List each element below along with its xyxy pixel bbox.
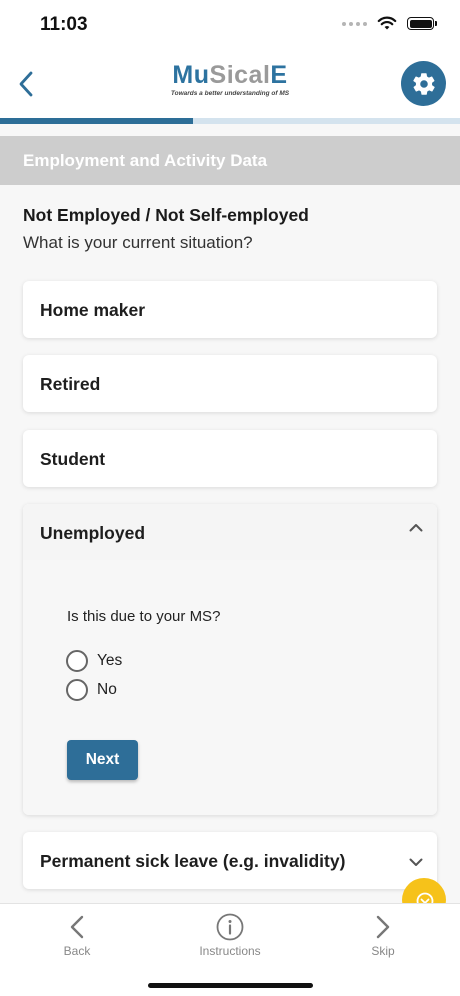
- instructions-label: Instructions: [199, 944, 261, 958]
- status-icons: [342, 16, 437, 31]
- option-label: Permanent sick leave (e.g. invalidity): [40, 851, 346, 871]
- next-button[interactable]: Next: [67, 740, 138, 780]
- progress-bar: [0, 118, 460, 124]
- skip-tab[interactable]: Skip: [328, 912, 438, 958]
- home-indicator: [148, 983, 313, 988]
- logo-tagline: Towards a better understanding of MS: [170, 90, 290, 97]
- section-title: Employment and Activity Data: [23, 151, 268, 170]
- section-header: Employment and Activity Data: [0, 136, 460, 185]
- logo-part3: E: [270, 61, 288, 89]
- radio-yes[interactable]: Yes: [66, 650, 122, 672]
- logo-part2: Sical: [209, 61, 271, 89]
- instructions-tab[interactable]: Instructions: [175, 912, 285, 958]
- option-label: Student: [40, 449, 106, 469]
- back-chevron-icon[interactable]: [8, 66, 44, 102]
- chevron-down-icon: [409, 858, 423, 866]
- back-tab[interactable]: Back: [22, 912, 132, 958]
- status-bar: 11:03: [0, 0, 460, 50]
- chevron-left-icon: [70, 915, 84, 939]
- radio-label: No: [97, 681, 117, 698]
- option-student[interactable]: Student: [23, 430, 437, 487]
- settings-button[interactable]: [401, 61, 446, 106]
- chevron-up-icon: [409, 524, 423, 532]
- logo-part1: Mu: [172, 61, 210, 89]
- progress-fill: [0, 118, 194, 124]
- gear-icon: [412, 72, 435, 95]
- followup-question: Is this due to your MS?: [67, 608, 221, 625]
- option-label: Home maker: [40, 300, 146, 320]
- option-label: Unemployed: [40, 523, 146, 543]
- app-header: MuSicalE Towards a better understanding …: [0, 50, 460, 118]
- bottom-nav: Back Instructions Skip: [0, 903, 460, 996]
- question-prompt: What is your current situation?: [23, 233, 253, 252]
- app-logo: MuSicalE Towards a better understanding …: [160, 62, 300, 97]
- back-label: Back: [63, 944, 91, 958]
- radio-label: Yes: [97, 652, 123, 669]
- radio-no[interactable]: No: [66, 679, 117, 701]
- status-time: 11:03: [40, 14, 88, 35]
- question-heading: Not Employed / Not Self-employed: [23, 205, 309, 225]
- option-permanent-sick-leave[interactable]: Permanent sick leave (e.g. invalidity): [23, 832, 437, 889]
- option-home-maker[interactable]: Home maker: [23, 281, 437, 338]
- chevron-right-icon: [376, 915, 390, 939]
- signal-icon: [342, 21, 367, 26]
- info-icon: [216, 913, 244, 941]
- option-unemployed-header[interactable]: Unemployed: [23, 504, 437, 560]
- followup-panel: Is this due to your MS? Yes No Next: [23, 560, 437, 815]
- option-retired[interactable]: Retired: [23, 355, 437, 412]
- wifi-icon: [377, 16, 397, 30]
- skip-label: Skip: [371, 944, 395, 958]
- radio-circle[interactable]: [66, 650, 88, 672]
- radio-circle[interactable]: [66, 679, 88, 701]
- battery-icon: [407, 17, 437, 30]
- option-unemployed: Unemployed Is this due to your MS? Yes N…: [23, 504, 437, 815]
- option-label: Retired: [40, 374, 101, 394]
